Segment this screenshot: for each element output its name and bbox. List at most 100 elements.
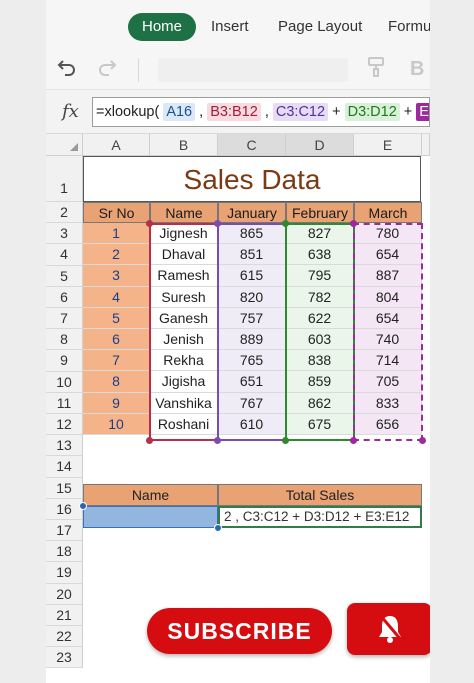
redo-icon[interactable] [96,56,118,84]
select-all-corner[interactable] [46,134,83,156]
cell-name[interactable]: Jignesh [150,223,218,245]
cell-january[interactable]: 765 [218,350,286,372]
row-header-23[interactable]: 23 [46,647,83,669]
cell-sr-no[interactable]: 3 [83,265,150,287]
tab-insert[interactable]: Insert [211,13,249,41]
header-cell-january[interactable]: January [218,202,286,223]
cell-january[interactable]: 610 [218,413,286,435]
row-header-19[interactable]: 19 [46,562,83,584]
cell-sr-no[interactable]: 5 [83,307,150,329]
range-handle[interactable] [350,437,357,444]
cell-march[interactable]: 705 [354,371,422,393]
cell-sr-no[interactable]: 4 [83,286,150,308]
row-header-12[interactable]: 12 [46,414,83,436]
fx-icon[interactable]: fx [62,101,79,122]
row-header-1[interactable]: 1 [46,156,83,202]
row-header-16[interactable]: 16 [46,498,83,520]
column-header-e[interactable]: E [354,134,422,156]
row-header-22[interactable]: 22 [46,626,83,648]
header-cell-name[interactable]: Name [150,202,218,223]
sheet-title[interactable]: Sales Data [83,156,421,202]
cell-february[interactable]: 859 [286,371,354,393]
row-header-14[interactable]: 14 [46,456,83,478]
cell-february[interactable]: 827 [286,223,354,245]
tab-page-layout[interactable]: Page Layout [278,13,362,41]
range-handle[interactable] [146,437,153,444]
row-header-20[interactable]: 20 [46,583,83,605]
cell-sr-no[interactable]: 6 [83,329,150,351]
cell-name[interactable]: Vanshika [150,392,218,414]
row-header-17[interactable]: 17 [46,520,83,542]
cell-sr-no[interactable]: 8 [83,371,150,393]
row-header-21[interactable]: 21 [46,604,83,626]
row-header-2[interactable]: 2 [46,202,83,224]
cell-march[interactable]: 714 [354,350,422,372]
cell-january[interactable]: 757 [218,307,286,329]
row-header-8[interactable]: 8 [46,329,83,351]
cell-february[interactable]: 675 [286,413,354,435]
range-handle[interactable] [282,437,289,444]
cell-february[interactable]: 603 [286,329,354,351]
range-handle[interactable] [214,437,221,444]
header-cell-sr-no[interactable]: Sr No [83,202,150,223]
cell-name[interactable]: Rekha [150,350,218,372]
cell-january[interactable]: 651 [218,371,286,393]
cell-name[interactable]: Ramesh [150,265,218,287]
range-handle[interactable] [146,220,153,227]
tab-formulas[interactable]: Formu [388,13,430,41]
cell-february[interactable]: 622 [286,307,354,329]
cell-february[interactable]: 838 [286,350,354,372]
cell-name[interactable]: Jenish [150,329,218,351]
range-handle[interactable] [419,437,426,444]
row-header-11[interactable]: 11 [46,392,83,414]
cell-march[interactable]: 654 [354,307,422,329]
lookup-header-total-sales[interactable]: Total Sales [218,484,422,506]
row-header-7[interactable]: 7 [46,308,83,330]
row-header-6[interactable]: 6 [46,286,83,308]
lookup-name-cell-selected[interactable] [83,506,218,528]
header-cell-march[interactable]: March [354,202,422,223]
lookup-header-name[interactable]: Name [83,484,218,506]
cell-march[interactable]: 804 [354,286,422,308]
cell-january[interactable]: 767 [218,392,286,414]
cell-sr-no[interactable]: 2 [83,244,150,266]
cell-sr-no[interactable]: 1 [83,223,150,245]
row-header-15[interactable]: 15 [46,477,83,499]
cell-name[interactable]: Jigisha [150,371,218,393]
cell-march[interactable]: 833 [354,392,422,414]
row-header-3[interactable]: 3 [46,223,83,245]
format-painter-icon[interactable] [366,56,386,84]
cell-name[interactable]: Ganesh [150,307,218,329]
column-header-d[interactable]: D [286,134,354,156]
tab-home[interactable]: Home [128,13,197,41]
cell-sr-no[interactable]: 7 [83,350,150,372]
cell-name[interactable]: Suresh [150,286,218,308]
cell-february[interactable]: 638 [286,244,354,266]
header-cell-february[interactable]: February [286,202,354,223]
lookup-formula-cell[interactable]: 2 , C3:C12 + D3:D12 + E3:E12 [218,506,422,528]
cell-january[interactable]: 615 [218,265,286,287]
row-header-4[interactable]: 4 [46,244,83,266]
cell-march[interactable]: 654 [354,244,422,266]
row-header-9[interactable]: 9 [46,350,83,372]
cell-sr-no[interactable]: 9 [83,392,150,414]
column-header-a[interactable]: A [83,134,150,156]
row-header-10[interactable]: 10 [46,371,83,393]
notification-bell-button[interactable] [347,603,430,655]
formula-input[interactable]: =xlookup( A16 , B3:B12 , C3:C12 + D3:D12… [92,97,430,127]
cell-february[interactable]: 782 [286,286,354,308]
cell-name[interactable]: Roshani [150,413,218,435]
column-header-c[interactable]: C [218,134,286,156]
cell-january[interactable]: 865 [218,223,286,245]
cell-sr-no[interactable]: 10 [83,413,150,435]
range-handle[interactable] [282,220,289,227]
cell-january[interactable]: 820 [218,286,286,308]
column-header-f[interactable] [422,134,430,156]
cell-january[interactable]: 889 [218,329,286,351]
cell-february[interactable]: 862 [286,392,354,414]
cell-march[interactable]: 780 [354,223,422,245]
bold-icon[interactable]: B [410,58,424,81]
cell-march[interactable]: 887 [354,265,422,287]
subscribe-button[interactable]: SUBSCRIBE [147,608,332,654]
selection-handle-bottom[interactable] [214,524,222,532]
